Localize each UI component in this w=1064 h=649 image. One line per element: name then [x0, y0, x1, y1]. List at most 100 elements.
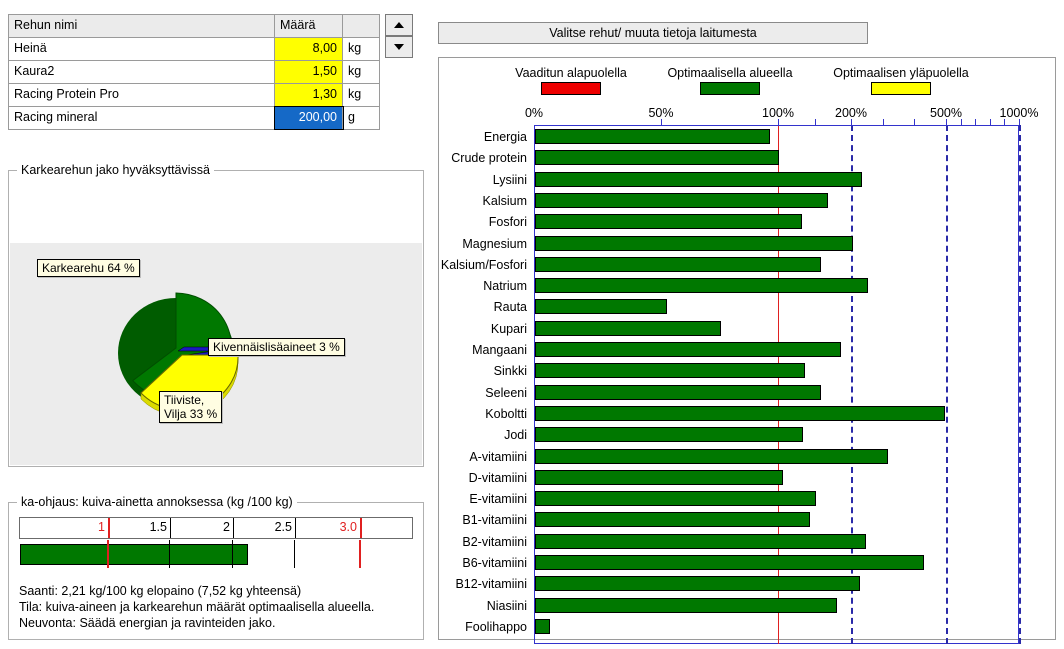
nutrient-bar	[535, 299, 667, 315]
category-label: Energia	[483, 130, 527, 144]
x-axis-tick-label: 200%	[835, 106, 867, 120]
roughage-distribution-panel: Karkearehun jako hyväksyttävissä Karkear…	[8, 163, 424, 467]
column-header-unit	[343, 15, 379, 37]
category-label: Jodi	[504, 428, 527, 443]
dry-matter-scale: 1 1.5 2 2.5 3.0	[19, 517, 413, 579]
nutrient-bar	[535, 469, 783, 485]
ka-limit-line-high	[360, 518, 362, 538]
category-label: Sinkki	[493, 364, 527, 379]
table-row[interactable]: Heinä 8,00 kg	[9, 38, 379, 61]
category-label: Rauta	[493, 300, 527, 315]
pie-chart-area: Karkearehu 64 % Kivennäislisäaineet 3 % …	[10, 243, 422, 465]
nutrient-bar	[535, 618, 551, 634]
pie-callout-concentrate-line1: Tiiviste,	[164, 393, 205, 407]
nutrient-bar	[535, 576, 860, 592]
ka-gridline	[170, 518, 171, 538]
category-label: Kalsium/Fosfori	[440, 257, 527, 272]
category-label: A-vitamiini	[469, 449, 527, 464]
guidance-line-intake: Saanti: 2,21 kg/100 kg elopaino (7,52 kg…	[19, 584, 302, 598]
feed-unit: kg	[348, 41, 362, 55]
ka-tick-label: 3.0	[339, 520, 357, 534]
nutrient-bar	[535, 150, 779, 166]
nutrient-bar	[535, 214, 803, 230]
spinner-down-button[interactable]	[385, 36, 413, 58]
feed-name: Kaura2	[9, 61, 275, 83]
nutrient-bar	[535, 427, 804, 443]
column-header-name: Rehun nimi	[9, 15, 275, 37]
feed-unit: kg	[348, 64, 362, 78]
nutrient-bar	[535, 256, 822, 272]
feed-name: Racing mineral	[9, 107, 275, 129]
choose-feeds-button[interactable]: Valitse rehut/ muuta tietoja laitumesta	[438, 22, 868, 44]
feed-amount-input-selected[interactable]: 200,00	[274, 106, 344, 130]
x-axis-tick-label: 500%	[930, 106, 962, 120]
guidance-line-status: Tila: kuiva-aineen ja karkearehun määrät…	[19, 600, 375, 614]
nutrient-bar	[535, 405, 946, 421]
ka-tick-label: 1	[98, 520, 105, 534]
x-axis-tick-label: 1000%	[999, 106, 1039, 120]
category-label: B1-vitamiini	[462, 513, 527, 528]
table-row[interactable]: Kaura2 1,50 kg	[9, 61, 379, 84]
legend-swatch-yellow	[871, 82, 931, 95]
reference-line-dashed	[946, 125, 948, 645]
legend-swatch-red	[541, 82, 601, 95]
ka-tick-label: 1.5	[149, 520, 167, 534]
nutrient-bar	[535, 533, 866, 549]
feed-amount-input[interactable]: 1,50	[275, 61, 343, 83]
dry-matter-panel-title: ka-ohjaus: kuiva-ainetta annoksessa (kg …	[17, 495, 297, 509]
feed-table[interactable]: Rehun nimi Määrä Heinä 8,00 kg Kaura2 1,…	[8, 14, 380, 130]
category-label: Magnesium	[462, 236, 527, 251]
category-label: Fosfori	[488, 215, 527, 230]
feed-amount-input[interactable]: 1,30	[275, 84, 343, 106]
nutrient-bar	[535, 363, 806, 379]
table-row[interactable]: Racing Protein Pro 1,30 kg	[9, 84, 379, 107]
legend-label: Optimaalisen yläpuolella	[833, 66, 969, 80]
triangle-down-icon	[394, 44, 404, 50]
nutrient-chart-panel: Vaaditun alapuolella Optimaalisella alue…	[438, 57, 1056, 645]
legend-item-above: Optimaalisen yläpuolella	[821, 66, 981, 95]
column-header-amount: Määrä	[275, 15, 343, 37]
feed-unit: g	[348, 110, 355, 124]
category-label: Niasiini	[486, 598, 527, 613]
reference-line-dashed	[1019, 125, 1021, 645]
category-label: Kupari	[490, 321, 527, 336]
nutrient-bar	[535, 512, 810, 528]
table-row[interactable]: Racing mineral 200,00 g	[9, 106, 379, 130]
table-header-row: Rehun nimi Määrä	[9, 15, 379, 38]
legend-label: Optimaalisella alueella	[667, 66, 793, 80]
legend-item-below: Vaaditun alapuolella	[501, 66, 641, 95]
nutrient-bar	[535, 555, 925, 570]
category-label: Lysiini	[492, 172, 527, 187]
ka-gridline	[295, 518, 296, 538]
category-label: D-vitamiini	[468, 470, 527, 485]
feed-name: Racing Protein Pro	[9, 84, 275, 106]
nutrient-bar	[535, 278, 868, 294]
x-axis-tick-label: 0%	[524, 106, 544, 120]
nutrient-bar	[535, 171, 862, 187]
category-label: B2-vitamiini	[462, 534, 527, 549]
dry-matter-bar-area	[19, 540, 413, 568]
pie-callout-roughage: Karkearehu 64 %	[37, 259, 140, 277]
ka-limit-line-low	[108, 518, 110, 538]
dry-matter-tick-row: 1 1.5 2 2.5 3.0	[19, 517, 413, 539]
nutrient-bar	[535, 384, 822, 400]
category-label: Seleeni	[485, 385, 527, 400]
legend-item-optimal: Optimaalisella alueella	[654, 66, 806, 95]
category-label: B6-vitamiini	[462, 556, 527, 570]
legend-label: Vaaditun alapuolella	[515, 66, 627, 80]
spinner-up-button[interactable]	[385, 14, 413, 36]
category-label: Natrium	[483, 279, 527, 294]
feed-amount-input[interactable]: 8,00	[275, 38, 343, 60]
nutrient-bar	[535, 320, 721, 336]
row-spinner[interactable]	[385, 14, 413, 58]
category-label: Crude protein	[451, 151, 527, 166]
nutrient-bar	[535, 448, 889, 464]
nutrient-bar	[535, 597, 838, 613]
x-axis-tick-label: 50%	[648, 106, 674, 120]
feed-name: Heinä	[9, 38, 275, 60]
dry-matter-guidance-panel: ka-ohjaus: kuiva-ainetta annoksessa (kg …	[8, 495, 424, 640]
nutrient-bar	[535, 491, 816, 507]
category-label: Foolihappo	[465, 619, 527, 634]
ka-limit-line-high	[359, 540, 361, 568]
roughage-panel-title: Karkearehun jako hyväksyttävissä	[17, 163, 214, 177]
